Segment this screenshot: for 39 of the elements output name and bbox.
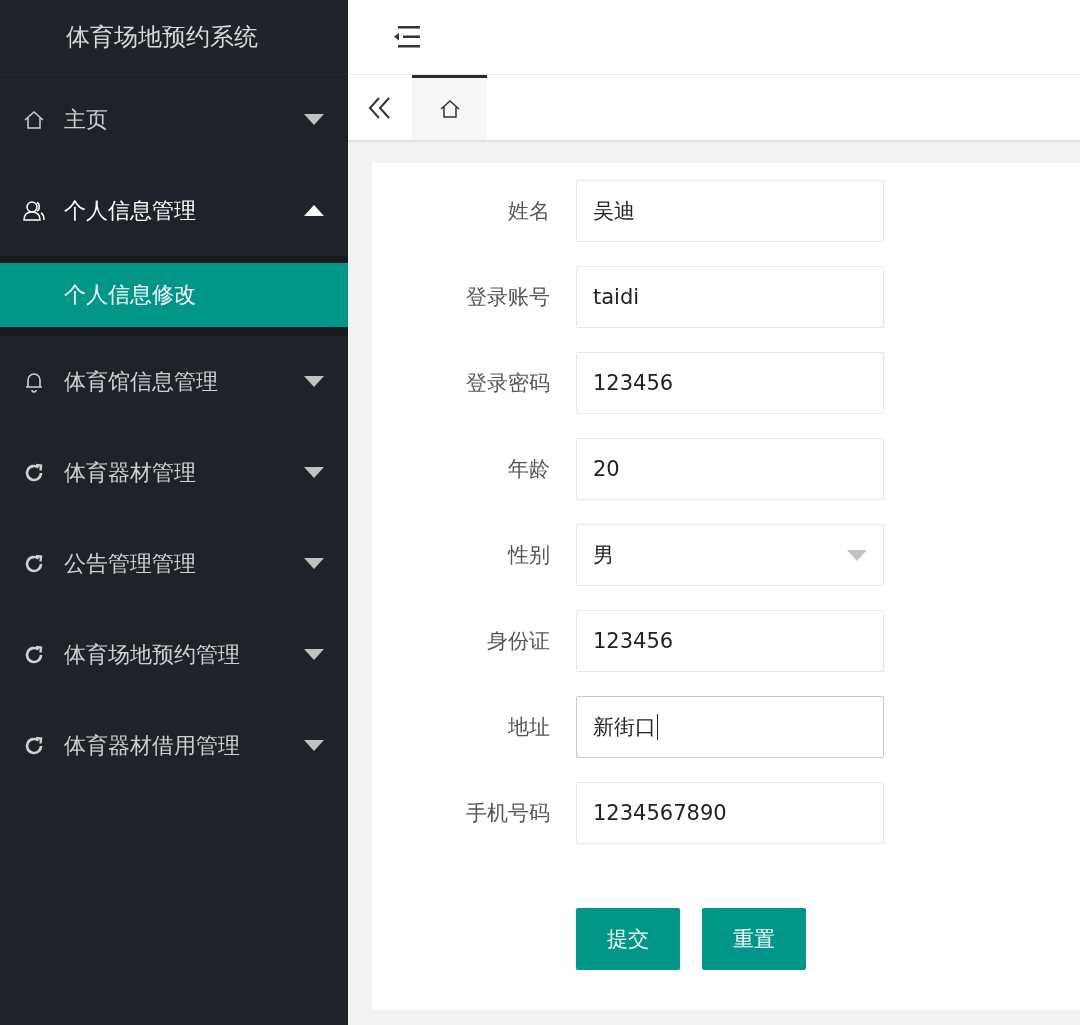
input-field[interactable]: 123456: [576, 610, 884, 672]
sidebar-item[interactable]: 体育馆信息管理: [0, 336, 348, 427]
caret-down-icon: [304, 376, 324, 387]
field-label: 性别: [506, 542, 551, 569]
input-field[interactable]: 20: [576, 438, 884, 500]
field-label: 登录账号: [465, 284, 551, 311]
input-field[interactable]: 新街口: [576, 696, 884, 758]
sidebar-item[interactable]: 体育器材借用管理: [0, 700, 348, 791]
user-icon: [22, 198, 46, 223]
caret-down-icon: [304, 558, 324, 569]
sidebar-subitem[interactable]: 个人信息修改: [0, 263, 348, 327]
sidebar-item[interactable]: 个人信息管理: [0, 165, 348, 256]
submit-button[interactable]: 提交: [576, 908, 680, 970]
input-field[interactable]: 吴迪: [576, 180, 884, 242]
input-field[interactable]: 123456: [576, 352, 884, 414]
sidebar-item[interactable]: 主页: [0, 74, 348, 165]
field-label: 登录密码: [465, 370, 551, 397]
select-field[interactable]: 男: [576, 524, 884, 586]
caret-up-icon: [304, 205, 324, 216]
app-title: 体育场地预约系统: [0, 0, 348, 74]
field-label: 手机号码: [465, 800, 551, 827]
input-field[interactable]: taidi: [576, 266, 884, 328]
caret-down-icon: [304, 740, 324, 751]
sidebar-item[interactable]: 体育器材管理: [0, 427, 348, 518]
reset-button[interactable]: 重置: [702, 908, 806, 970]
home-tab[interactable]: [412, 75, 487, 140]
field-label: 姓名: [507, 198, 551, 225]
caret-down-icon: [304, 114, 324, 125]
input-field[interactable]: 1234567890: [576, 782, 884, 844]
sidebar-item[interactable]: 体育场地预约管理: [0, 609, 348, 700]
field-label: 身份证: [486, 628, 551, 655]
double-chevron-left-icon[interactable]: [368, 96, 392, 119]
sidebar-item[interactable]: 公告管理管理: [0, 518, 348, 609]
field-label: 地址: [507, 714, 551, 741]
field-label: 年龄: [507, 456, 551, 483]
menu-icon[interactable]: [394, 26, 420, 48]
caret-down-icon: [304, 649, 324, 660]
caret-down-icon: [304, 467, 324, 478]
caret-down-icon: [847, 549, 867, 561]
